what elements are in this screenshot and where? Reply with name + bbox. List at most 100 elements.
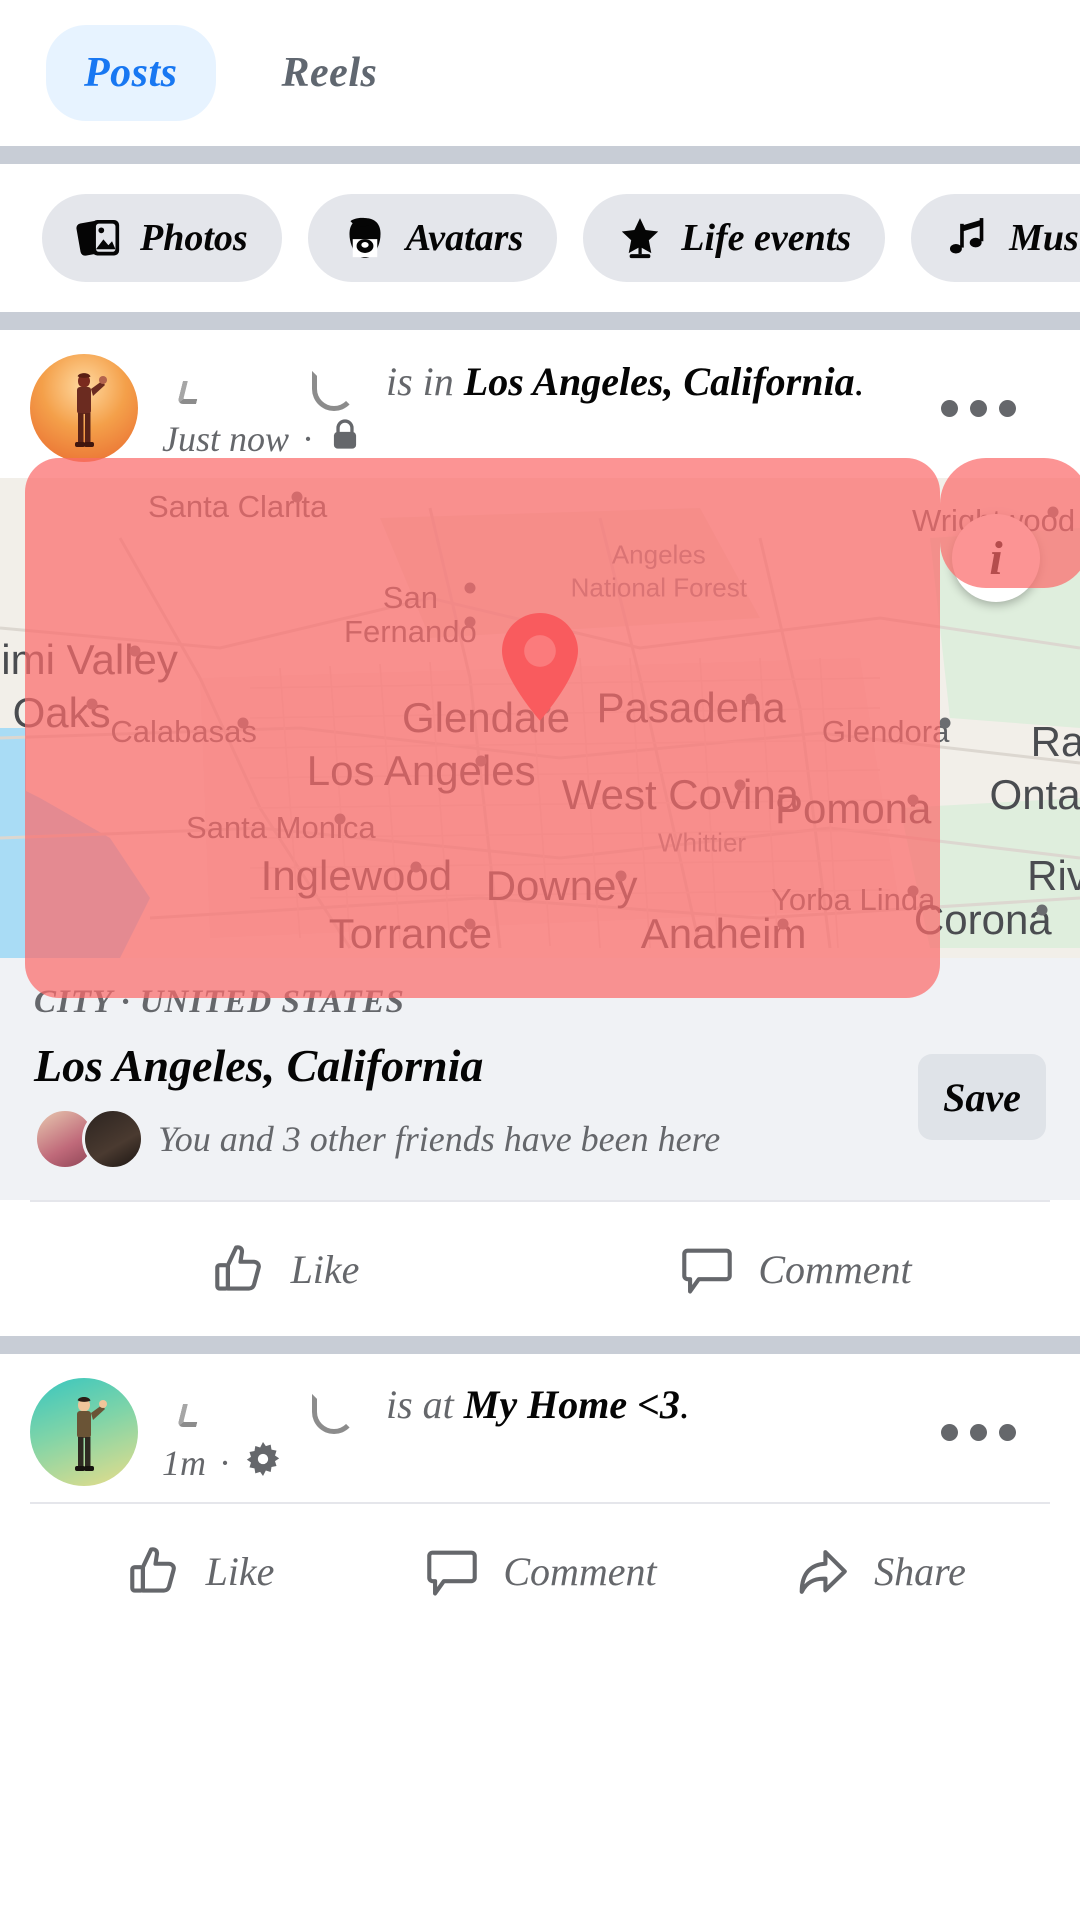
composer-pill-label: Life events xyxy=(681,217,852,259)
map-info-button[interactable]: i xyxy=(952,514,1040,602)
composer-pill-photos[interactable]: Photos xyxy=(42,194,282,282)
composer-shortcut-row[interactable]: Photos Avatars Life events Mus xyxy=(0,164,1080,312)
map-label: Anaheim xyxy=(640,910,807,957)
map-place-dot xyxy=(410,861,422,873)
place-title: Los Angeles, California xyxy=(34,1040,484,1091)
map-label: Inglewood xyxy=(260,852,453,900)
map-label: San xyxy=(382,580,438,615)
post-trailing-punct: . xyxy=(854,359,865,404)
composer-pill-avatars[interactable]: Avatars xyxy=(307,194,558,282)
post-timestamp[interactable]: Just now xyxy=(162,418,289,460)
like-button[interactable]: Like xyxy=(30,1240,540,1298)
profile-tabbar: Posts Reels xyxy=(0,0,1080,146)
post-header-text: is at My Home <3. 1m · xyxy=(138,1377,907,1488)
map-label: Downey xyxy=(485,862,638,909)
map-label: Ran xyxy=(1030,718,1080,765)
section-divider xyxy=(0,1336,1080,1354)
friends-been-here-text: You and 3 other friends have been here xyxy=(158,1119,721,1159)
post-action-text: is in xyxy=(386,359,454,404)
tab-reels[interactable]: Reels xyxy=(244,25,416,121)
place-info-card[interactable]: CITY · UNITED STATES Los Angeles, Califo… xyxy=(0,958,1080,1200)
post-place-name[interactable]: My Home <3 xyxy=(464,1382,680,1427)
map-place-dot xyxy=(129,645,141,657)
map-place-dot xyxy=(237,717,249,729)
post-menu-button[interactable] xyxy=(907,1423,1050,1441)
map-label: Corona xyxy=(913,895,1052,943)
tab-posts[interactable]: Posts xyxy=(46,25,216,121)
map-label: Glendora xyxy=(821,714,950,750)
comment-bubble-icon xyxy=(423,1542,481,1600)
map-place-dot xyxy=(464,616,476,628)
post-action-bar: Like Comment xyxy=(30,1200,1050,1336)
map-place-dot xyxy=(907,794,919,806)
map-place-dot xyxy=(475,755,487,767)
map-label: Ontario xyxy=(989,770,1080,818)
post-card-location: is in Los Angeles, California. Just now … xyxy=(0,330,1080,1336)
post-author-name[interactable] xyxy=(162,357,372,411)
post-timestamp[interactable]: 1m xyxy=(162,1442,206,1484)
map-label: Pasadena xyxy=(596,684,786,732)
map-place-dot xyxy=(615,870,627,882)
map-label: Whittier xyxy=(657,827,747,858)
save-button[interactable]: Save xyxy=(918,1054,1046,1140)
ellipsis-icon xyxy=(999,1423,1016,1441)
post-header-text: is in Los Angeles, California. Just now … xyxy=(138,354,907,463)
map-pin-icon xyxy=(502,613,578,721)
like-label: Like xyxy=(290,1246,360,1292)
comment-label: Comment xyxy=(503,1548,657,1594)
ellipsis-icon xyxy=(970,1423,987,1441)
avatar[interactable] xyxy=(30,354,138,462)
post-author-name[interactable] xyxy=(162,1380,372,1434)
post-meta-line: Just now · xyxy=(162,416,907,463)
post-place-name[interactable]: Los Angeles, California xyxy=(464,359,855,404)
like-button[interactable]: Like xyxy=(30,1542,370,1600)
share-label: Share xyxy=(874,1548,966,1594)
thumbs-up-icon xyxy=(126,1542,184,1600)
avatar xyxy=(82,1108,144,1170)
composer-pill-label: Avatars xyxy=(405,217,524,259)
composer-pill-label: Music xyxy=(1009,217,1080,259)
post-place-line: is in Los Angeles, California. xyxy=(386,358,865,405)
comment-button[interactable]: Comment xyxy=(540,1240,1050,1298)
map-label: Rive xyxy=(1027,852,1080,900)
avatar-icon xyxy=(342,215,388,261)
location-map[interactable]: Santa ClaritaWrightwoodAngelesNational F… xyxy=(0,478,1080,958)
post-meta-line: 1m · xyxy=(162,1439,907,1488)
map-place-dot xyxy=(939,717,951,729)
map-place-dot xyxy=(777,918,789,930)
post-author-line: is in Los Angeles, California. xyxy=(162,354,907,411)
map-label: Santa Monica xyxy=(186,810,376,846)
meta-separator: · xyxy=(220,1443,229,1483)
post-menu-button[interactable] xyxy=(907,399,1050,417)
map-place-dot xyxy=(334,813,346,825)
post-header: is in Los Angeles, California. Just now … xyxy=(0,330,1080,478)
map-place-dot xyxy=(464,582,476,594)
post-card-home: is at My Home <3. 1m · Like Comment Shar… xyxy=(0,1354,1080,1638)
post-author-line: is at My Home <3. xyxy=(162,1377,907,1434)
map-label: Fernando xyxy=(344,613,477,649)
map-place-dot xyxy=(1047,506,1059,518)
star-icon xyxy=(617,215,663,261)
map-place-dot xyxy=(86,698,98,710)
lock-icon[interactable] xyxy=(326,416,364,463)
section-divider xyxy=(0,146,1080,164)
gear-icon[interactable] xyxy=(243,1439,283,1488)
meta-separator: · xyxy=(303,419,313,459)
avatar[interactable] xyxy=(30,1378,138,1486)
comment-label: Comment xyxy=(758,1246,912,1292)
share-button[interactable]: Share xyxy=(710,1542,1050,1600)
map-label: Pomona xyxy=(774,785,932,833)
map-place-dot xyxy=(291,491,303,503)
section-divider xyxy=(0,312,1080,330)
post-header: is at My Home <3. 1m · xyxy=(0,1354,1080,1502)
comment-bubble-icon xyxy=(678,1240,736,1298)
composer-pill-life-events[interactable]: Life events xyxy=(583,194,886,282)
composer-pill-music[interactable]: Music xyxy=(911,194,1080,282)
friends-been-here: You and 3 other friends have been here xyxy=(34,1108,1046,1170)
comment-button[interactable]: Comment xyxy=(370,1542,710,1600)
map-place-dot xyxy=(745,693,757,705)
composer-pill-label: Photos xyxy=(140,217,248,259)
map-label: National Forest xyxy=(570,572,747,603)
map-label: Torrance xyxy=(328,910,493,957)
map-label: Calabasas xyxy=(110,714,257,750)
